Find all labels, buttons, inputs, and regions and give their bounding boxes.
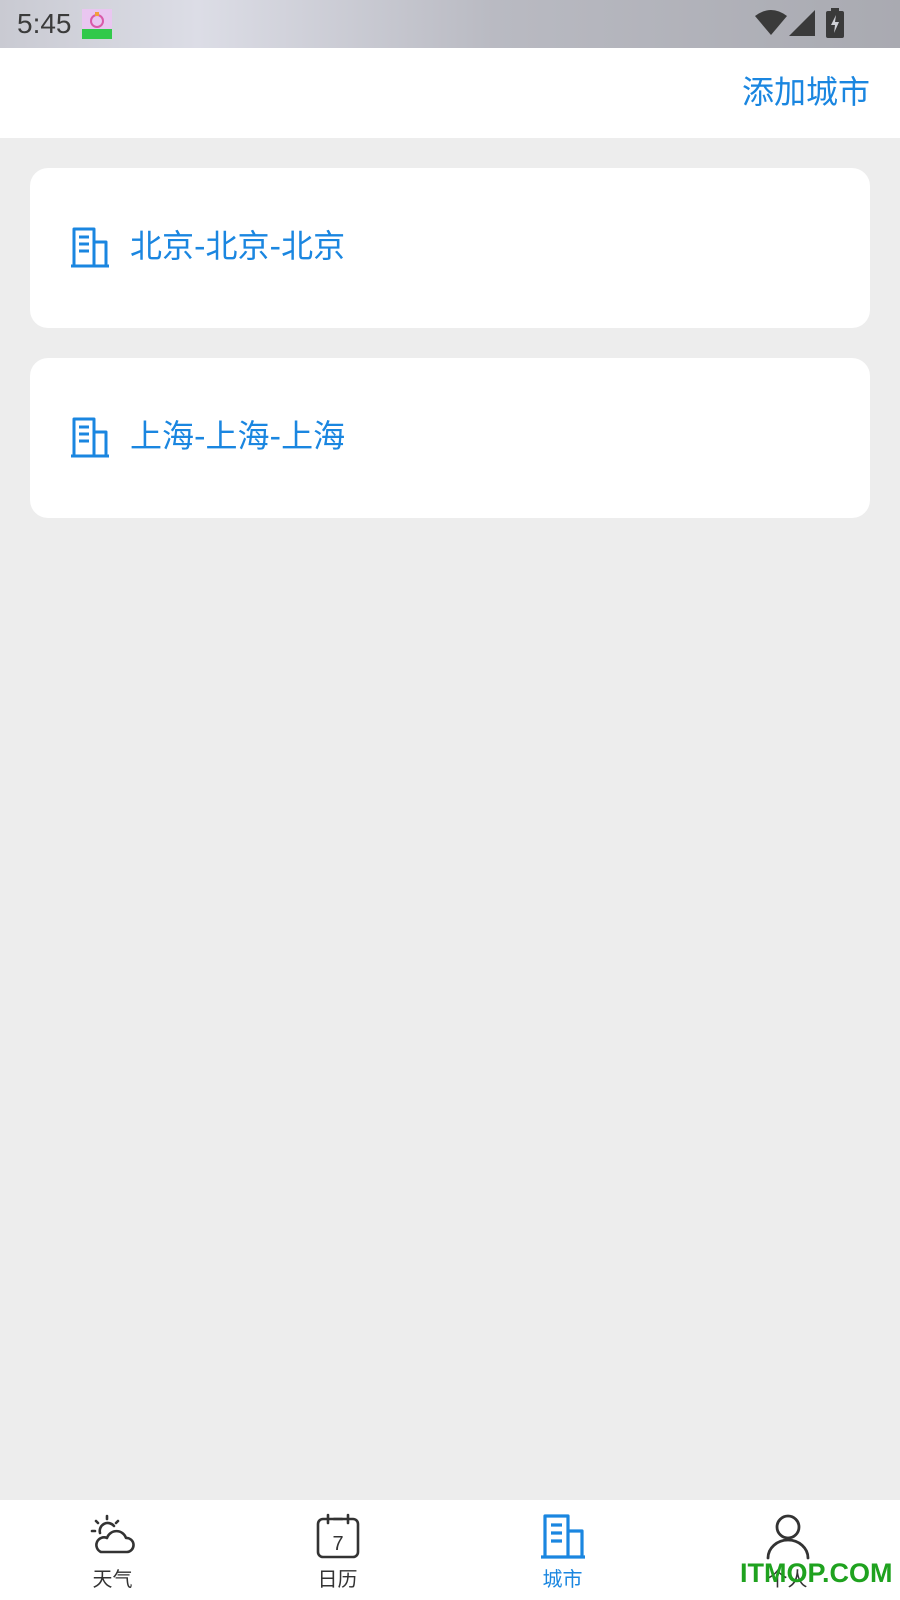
nav-label: 日历 (317, 1567, 358, 1591)
nav-tab-calendar[interactable]: 7 日历 (225, 1500, 450, 1600)
city-card-beijing[interactable]: 北京-北京-北京 (30, 168, 870, 328)
notification-app-icon (82, 9, 112, 39)
status-time: 5:45 (17, 8, 72, 39)
add-city-button[interactable]: 添加城市 (742, 70, 870, 114)
building-icon (71, 227, 109, 268)
nav-label: 天气 (92, 1567, 133, 1591)
status-bar: 5:45 (0, 0, 900, 48)
nav-tab-city[interactable]: 城市 (450, 1500, 675, 1600)
city-card-shanghai[interactable]: 上海-上海-上海 (30, 358, 870, 518)
calendar-day-number: 7 (332, 1533, 343, 1555)
city-name: 北京-北京-北京 (130, 227, 346, 265)
battery-charging-icon (826, 8, 844, 38)
calendar-icon: 7 (316, 1513, 359, 1559)
person-icon (766, 1514, 809, 1560)
app-header: 添加城市 (0, 48, 900, 138)
building-icon (540, 1514, 585, 1559)
nav-tab-weather[interactable]: 天气 (0, 1500, 225, 1600)
city-list: 北京-北京-北京 上海-上海-上海 (30, 168, 870, 548)
city-name: 上海-上海-上海 (130, 417, 346, 455)
nav-label: 城市 (542, 1567, 583, 1591)
building-icon (71, 417, 109, 458)
signal-icon (789, 10, 815, 36)
watermark: ITMOP.COM (740, 1558, 893, 1588)
weather-icon (90, 1514, 135, 1554)
wifi-icon (755, 10, 787, 35)
